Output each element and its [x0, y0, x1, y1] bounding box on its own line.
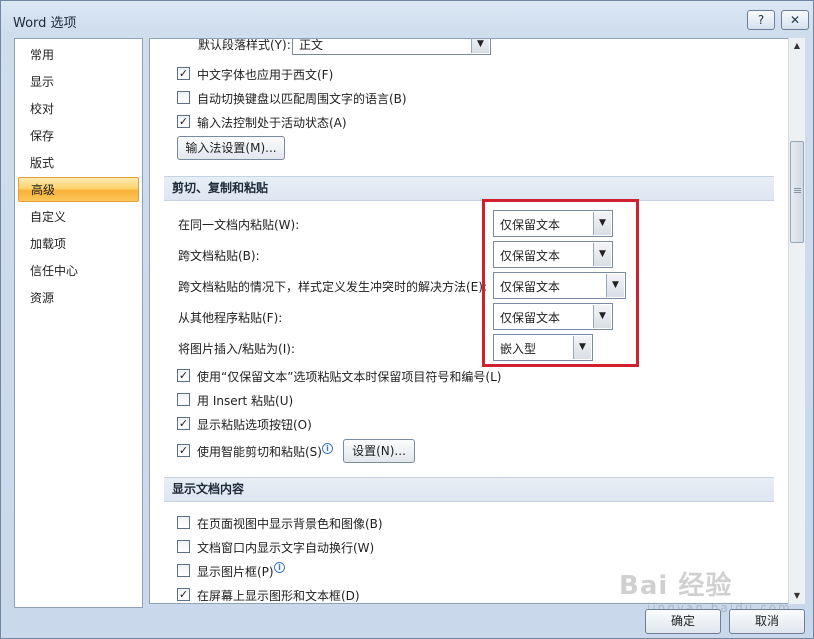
checkbox-label: 在页面视图中显示背景色和图像(B): [197, 517, 383, 531]
help-button[interactable]: ?: [747, 10, 775, 30]
nav-item-resources[interactable]: 资源: [18, 286, 139, 311]
checkbox-show-drawings[interactable]: ✓: [177, 588, 190, 601]
nav-item-addins[interactable]: 加载项: [18, 232, 139, 257]
scroll-up-arrow-icon[interactable]: ▲: [789, 38, 805, 54]
checkbox-picture-placeholders[interactable]: [177, 564, 190, 577]
smart-paste-settings-button[interactable]: 设置(N)...: [343, 439, 415, 463]
paste-between-documents-label: 跨文档粘贴(B):: [178, 249, 260, 263]
section-header-cut-copy-paste: 剪切、复制和粘贴: [164, 176, 774, 201]
grip-icon: [794, 188, 801, 189]
checkbox-label: 文档窗口内显示文字自动换行(W): [197, 541, 375, 555]
checkbox-keep-bullets[interactable]: ✓: [177, 369, 190, 382]
checkbox-show-background[interactable]: [177, 516, 190, 529]
default-paragraph-style-combo[interactable]: 正文 ▼: [292, 39, 491, 55]
checkbox-label: 中文字体也应用于西文(F): [197, 68, 334, 82]
checkbox-label: 使用智能剪切和粘贴(S): [197, 445, 322, 459]
default-paragraph-style-label: 默认段落样式(Y):: [198, 38, 291, 52]
checkbox-label: 显示图片框(P): [197, 565, 274, 579]
checkbox-show-paste-options[interactable]: ✓: [177, 417, 190, 430]
checkbox-ime-active[interactable]: ✓: [177, 115, 190, 128]
vertical-scrollbar[interactable]: ▲ ▼: [788, 38, 805, 604]
checkbox-label: 在屏幕上显示图形和文本框(D): [197, 589, 360, 603]
checkbox-auto-keyboard-switch[interactable]: [177, 91, 190, 104]
checkbox-smart-cut-paste[interactable]: ✓: [177, 444, 190, 457]
checkbox-cjk-font-latin[interactable]: ✓: [177, 67, 190, 80]
annotation-highlight-box: [482, 199, 639, 367]
window-title: Word 选项: [13, 16, 77, 31]
checkbox-insert-key-paste[interactable]: [177, 393, 190, 406]
paste-within-document-label: 在同一文档内粘贴(W):: [178, 218, 300, 232]
nav-item-advanced[interactable]: 高级: [18, 177, 139, 202]
nav-item-layout[interactable]: 版式: [18, 151, 139, 176]
options-nav: 常用 显示 校对 保存 版式 高级 自定义 加载项 信任中心 资源: [14, 38, 143, 608]
advanced-options-panel: 默认段落样式(Y): 正文 ▼ ✓ 中文字体也应用于西文(F) 自动切换键盘以匹…: [149, 38, 805, 604]
scrollbar-thumb[interactable]: [790, 141, 804, 243]
section-header-show-document-content: 显示文档内容: [164, 477, 774, 502]
checkbox-label: 输入法控制处于活动状态(A): [197, 116, 347, 130]
nav-item-display[interactable]: 显示: [18, 70, 139, 95]
nav-item-customize[interactable]: 自定义: [18, 205, 139, 230]
cancel-button[interactable]: 取消: [729, 609, 805, 634]
checkbox-wrap-text-window[interactable]: [177, 540, 190, 553]
insert-picture-as-label: 将图片插入/粘贴为(I):: [178, 342, 295, 356]
checkbox-label: 显示粘贴选项按钮(O): [197, 418, 312, 432]
chevron-down-icon: ▼: [471, 39, 489, 53]
close-button[interactable]: ✕: [781, 10, 809, 30]
nav-item-trust-center[interactable]: 信任中心: [18, 259, 139, 284]
ok-button[interactable]: 确定: [645, 609, 721, 634]
nav-item-common[interactable]: 常用: [18, 43, 139, 68]
ime-settings-button[interactable]: 输入法设置(M)...: [177, 136, 285, 160]
word-options-dialog: Word 选项 ? ✕ 常用 显示 校对 保存 版式 高级 自定义 加载项 信任…: [0, 0, 814, 639]
checkbox-label: 使用“仅保留文本”选项粘贴文本时保留项目符号和编号(L): [197, 370, 502, 384]
nav-item-proofing[interactable]: 校对: [18, 97, 139, 122]
paste-from-other-programs-label: 从其他程序粘贴(F):: [178, 311, 283, 325]
info-icon: i: [322, 443, 333, 454]
paste-style-conflict-label: 跨文档粘贴的情况下，样式定义发生冲突时的解决方法(E):: [178, 280, 487, 294]
title-bar: Word 选项 ? ✕: [1, 1, 813, 37]
nav-item-save[interactable]: 保存: [18, 124, 139, 149]
checkbox-label: 自动切换键盘以匹配周围文字的语言(B): [197, 92, 407, 106]
checkbox-label: 用 Insert 粘贴(U): [197, 394, 294, 408]
info-icon: i: [274, 562, 285, 573]
